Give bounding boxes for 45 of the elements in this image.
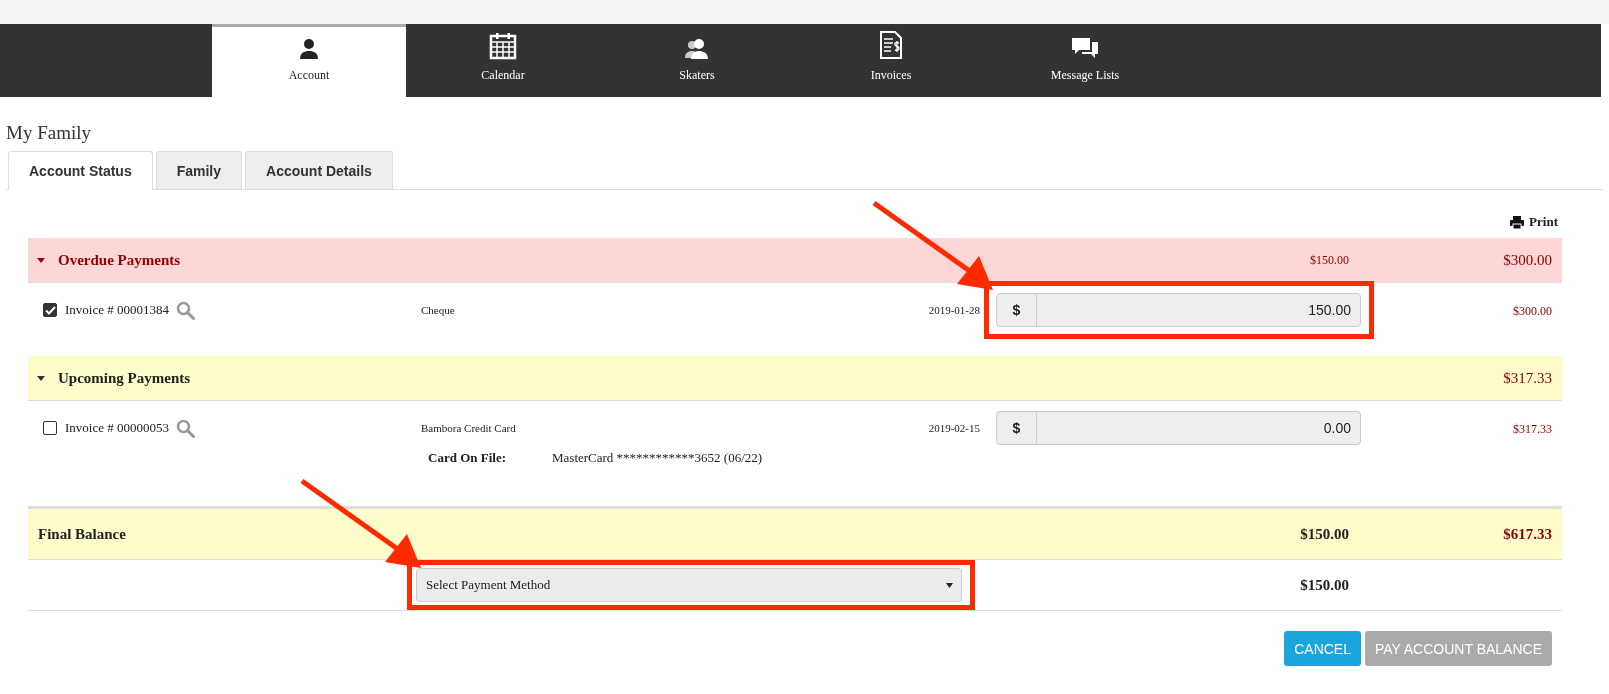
tab[interactable]: Account Details — [245, 151, 393, 189]
tab[interactable]: Family — [155, 151, 243, 189]
selected-total: $150.00 — [1310, 252, 1349, 267]
invoice-icon — [879, 30, 903, 60]
payment-input[interactable]: $ 0.00 — [996, 411, 1361, 445]
chat-icon — [1071, 36, 1099, 60]
invoice-number: Invoice # 00000053 — [65, 420, 169, 436]
due-date: 2019-01-28 — [928, 304, 980, 316]
payment-method-select[interactable]: Select Payment Method — [416, 568, 962, 602]
payment-amount: $150.00 — [1300, 576, 1349, 593]
section-total: $317.33 — [1503, 369, 1552, 386]
section-title: Overdue Payments — [58, 251, 181, 269]
people-icon — [684, 38, 710, 60]
final-balance-label: Final Balance — [38, 525, 126, 542]
card-label: Card On File: — [428, 450, 507, 466]
calendar-icon — [489, 32, 517, 60]
invoice-amount: $317.33 — [1513, 422, 1552, 436]
paying-total: $150.00 — [1300, 525, 1349, 542]
section-header[interactable]: Upcoming Payments $317.33 — [28, 356, 1562, 401]
balance-total: $617.33 — [1503, 525, 1552, 542]
section-title: Upcoming Payments — [58, 369, 191, 387]
caret-icon — [946, 582, 953, 588]
search-icon[interactable] — [176, 300, 195, 320]
payment-method: Bambora Credit Card — [421, 422, 516, 434]
nav-item[interactable]: Message Lists — [988, 24, 1182, 97]
due-date: 2019-02-15 — [928, 422, 980, 434]
printer-icon — [1510, 215, 1525, 229]
tab[interactable]: Account Status — [8, 151, 153, 190]
nav-item[interactable]: Calendar — [406, 24, 600, 97]
section-header[interactable]: Overdue Payments $150.00 $300.00 — [28, 238, 1562, 283]
invoice-amount: $300.00 — [1513, 304, 1552, 318]
print-link[interactable]: Print — [1510, 214, 1558, 230]
nav-item[interactable]: Account — [212, 24, 406, 97]
card-value: MasterCard ************3652 (06/22) — [552, 450, 763, 466]
section-total: $300.00 — [1503, 251, 1552, 268]
person-icon — [298, 38, 320, 60]
payment-input[interactable]: $ 150.00 — [996, 293, 1361, 327]
payment-method: Cheque — [421, 304, 455, 316]
page-title: My Family — [6, 122, 92, 144]
checkbox[interactable] — [43, 303, 57, 317]
invoice-number: Invoice # 00001384 — [65, 302, 169, 318]
nav-item[interactable]: Skaters — [600, 24, 794, 97]
checkbox[interactable] — [43, 421, 57, 435]
search-icon[interactable] — [176, 418, 195, 438]
nav-item[interactable]: Invoices — [794, 24, 988, 97]
